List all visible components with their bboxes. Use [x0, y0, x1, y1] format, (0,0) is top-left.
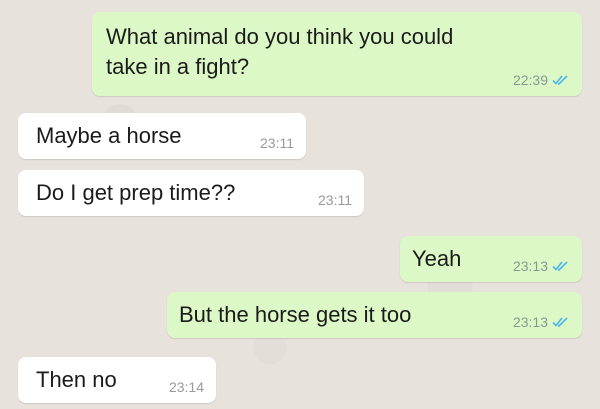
chat-background: What animal do you think you could take …: [0, 0, 600, 409]
message-meta: 23:13: [513, 258, 570, 274]
message-text: What animal do you think you could take …: [106, 24, 454, 79]
message-meta: 23:11: [318, 192, 352, 208]
message-time: 22:39: [512, 72, 548, 88]
double-check-read-icon: [552, 317, 568, 327]
message-bubble-incoming[interactable]: Do I get prep time?? 23:11: [18, 170, 364, 216]
message-time: 23:13: [512, 314, 548, 330]
message-text: Do I get prep time??: [36, 180, 236, 205]
message-time: 23:13: [512, 258, 548, 274]
message-meta: 22:39: [513, 72, 570, 88]
message-meta: 23:11: [260, 135, 294, 151]
message-text: But the horse gets it too: [179, 302, 412, 327]
double-check-read-icon: [552, 261, 568, 271]
message-bubble-incoming[interactable]: Maybe a horse 23:11: [18, 113, 306, 159]
message-meta: 23:13: [513, 314, 570, 330]
message-meta: 23:14: [169, 379, 204, 395]
message-bubble-incoming[interactable]: Then no 23:14: [18, 357, 216, 403]
message-bubble-outgoing[interactable]: Yeah 23:13: [400, 236, 582, 282]
message-text: Maybe a horse: [36, 123, 182, 148]
message-bubble-outgoing[interactable]: But the horse gets it too 23:13: [167, 292, 582, 338]
message-bubble-outgoing[interactable]: What animal do you think you could take …: [92, 12, 582, 96]
message-time: 23:11: [260, 135, 294, 151]
message-time: 23:14: [168, 379, 204, 395]
message-time: 23:11: [318, 192, 352, 208]
double-check-read-icon: [552, 75, 568, 85]
